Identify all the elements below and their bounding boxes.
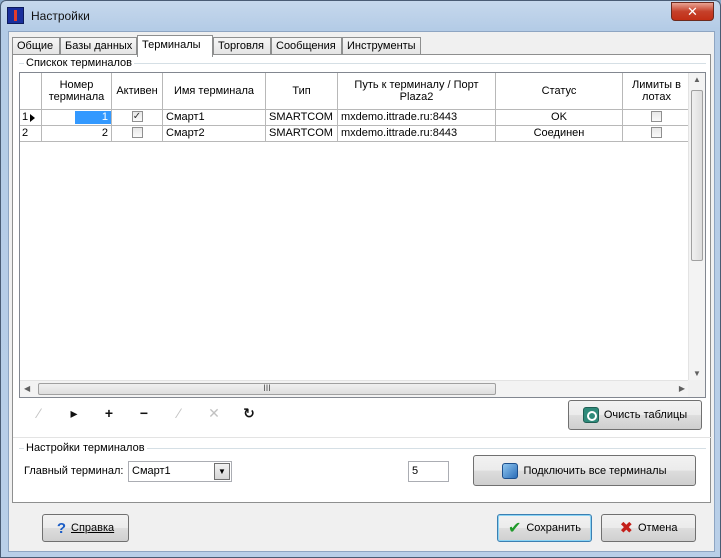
checkmark-icon: ✔	[507, 520, 522, 537]
horizontal-scroll-thumb[interactable]: III	[38, 383, 496, 395]
clear-tables-button[interactable]: Очисть таблицы	[568, 400, 702, 430]
scroll-down-icon[interactable]: ▼	[693, 369, 701, 378]
row-indicator[interactable]: 1	[20, 110, 42, 126]
cell-type[interactable]: SMARTCOM	[266, 110, 338, 126]
clear-table-icon	[582, 407, 599, 423]
nav-cancel-icon[interactable]: ✕	[202, 402, 226, 424]
tab-terminals[interactable]: Терминалы	[137, 35, 213, 57]
column-header-active[interactable]: Активен	[112, 73, 163, 110]
nav-delete-icon[interactable]: −	[132, 402, 156, 424]
app-icon	[7, 7, 24, 24]
help-icon: ?	[56, 519, 66, 537]
vertical-scroll-thumb[interactable]	[691, 90, 703, 261]
connect-all-button[interactable]: Подключить все терминалы	[473, 455, 696, 486]
column-header-limits[interactable]: Лимиты в лотах	[623, 73, 691, 110]
settings-window: Настройки ✕ Общие Базы данных Терминалы …	[0, 0, 721, 558]
nav-edit-icon[interactable]: ⁄	[167, 402, 191, 424]
help-label: Справка	[71, 522, 115, 534]
row-index: 1	[22, 111, 29, 123]
main-terminal-value: Смарт1	[132, 465, 171, 477]
cell-active[interactable]: ✓	[112, 110, 163, 126]
save-label: Сохранить	[526, 522, 582, 534]
nav-first-icon[interactable]: ⁄	[27, 402, 51, 424]
vertical-scrollbar[interactable]: ▲ ▼	[688, 73, 705, 380]
cell-status[interactable]: Соединен	[496, 126, 623, 142]
column-header-number[interactable]: Номер терминала	[42, 73, 112, 110]
cell-limits[interactable]	[623, 126, 691, 142]
column-header-status[interactable]: Статус	[496, 73, 623, 110]
active-checkbox[interactable]	[131, 126, 143, 138]
column-header-type[interactable]: Тип	[266, 73, 338, 110]
cell-path[interactable]: mxdemo.ittrade.ru:8443	[338, 126, 496, 142]
settings-group-label: Настройки терминалов	[24, 442, 147, 454]
close-button[interactable]: ✕	[671, 2, 714, 21]
terminals-group-label: Спискок терминалов	[24, 57, 135, 69]
cancel-button[interactable]: ✖ Отмена	[601, 514, 696, 542]
cell-number-value: 1	[75, 111, 111, 124]
column-header-path[interactable]: Путь к терминалу / Порт Plaza2	[338, 73, 496, 110]
scroll-up-icon[interactable]: ▲	[693, 75, 701, 84]
row-indicator-header	[20, 73, 42, 110]
number-input[interactable]: 5	[408, 461, 449, 482]
cube-icon	[502, 462, 519, 479]
clear-tables-label: Очисть таблицы	[603, 409, 688, 421]
nav-next-icon[interactable]: ▸	[62, 402, 86, 424]
row-indicator[interactable]: 2	[20, 126, 42, 142]
main-terminal-select[interactable]: Смарт1 ▼	[128, 461, 232, 482]
connect-all-label: Подключить все терминалы	[523, 464, 667, 477]
cell-status[interactable]: OK	[496, 110, 623, 126]
cell-type[interactable]: SMARTCOM	[266, 126, 338, 142]
table-row[interactable]: 2 2 Смарт2 SMARTCOM mxdemo.ittrade.ru:84…	[20, 126, 691, 142]
title-bar[interactable]: Настройки ✕	[1, 1, 720, 31]
cell-number[interactable]: 1	[42, 110, 112, 126]
limits-checkbox[interactable]	[651, 126, 662, 138]
save-button[interactable]: ✔ Сохранить	[497, 514, 592, 542]
section-separator	[13, 437, 712, 438]
cell-name[interactable]: Смарт2	[163, 126, 266, 142]
cell-name[interactable]: Смарт1	[163, 110, 266, 126]
cancel-label: Отмена	[637, 522, 678, 534]
scroll-right-icon[interactable]: ▶	[679, 384, 685, 393]
nav-add-icon[interactable]: +	[97, 402, 121, 424]
table-row[interactable]: 1 1 ✓ Смарт1 SMARTCOM mxdemo.ittrade.ru:…	[20, 110, 691, 126]
cell-active[interactable]	[112, 126, 163, 142]
cancel-x-icon: ✖	[619, 520, 633, 537]
main-terminal-label: Главный терминал:	[24, 465, 124, 477]
chevron-down-icon[interactable]: ▼	[214, 463, 230, 480]
column-header-name[interactable]: Имя терминала	[163, 73, 266, 110]
scroll-left-icon[interactable]: ◀	[24, 384, 30, 393]
cell-number[interactable]: 2	[42, 126, 112, 142]
nav-refresh-icon[interactable]: ↻	[237, 402, 261, 424]
window-title: Настройки	[31, 9, 90, 23]
cell-path[interactable]: mxdemo.ittrade.ru:8443	[338, 110, 496, 126]
terminals-grid[interactable]: Номер терминала Активен Имя терминала Ти…	[19, 72, 706, 398]
scrollbar-corner	[688, 380, 705, 397]
terminals-tab-panel: Спискок терминалов Номер терминала Актив…	[12, 54, 712, 503]
active-checkbox-checked[interactable]: ✓	[131, 110, 143, 122]
current-row-arrow-icon	[30, 114, 35, 122]
horizontal-scrollbar[interactable]: ◀ III ▶	[20, 380, 689, 397]
grid-header: Номер терминала Активен Имя терминала Ти…	[20, 73, 691, 110]
help-button[interactable]: ? Справка	[42, 514, 129, 542]
limits-checkbox[interactable]	[651, 110, 662, 122]
dialog-client: Общие Базы данных Терминалы Торговля Соо…	[8, 31, 715, 552]
cell-limits[interactable]	[623, 110, 691, 126]
